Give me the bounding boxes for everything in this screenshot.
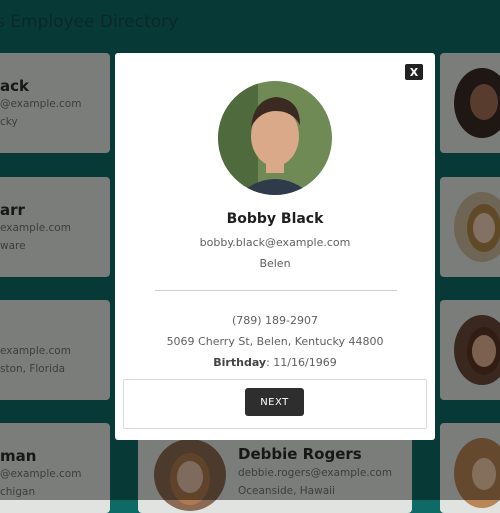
modal-footer: NEXT — [123, 379, 427, 429]
avatar-photo-icon — [218, 81, 332, 195]
employee-name: Bobby Black — [226, 211, 324, 227]
employee-detail-modal: X Bobby Black bobby.black@example.com Be… — [115, 53, 435, 440]
birthday-label: Birthday — [213, 356, 267, 369]
employee-phone: (789) 189-2907 — [231, 314, 319, 327]
employee-avatar — [218, 81, 332, 195]
employee-city: Belen — [259, 257, 291, 270]
birthday-value: : 11/16/1969 — [266, 356, 337, 369]
divider — [155, 290, 397, 291]
employee-address: 5069 Cherry St, Belen, Kentucky 44800 — [166, 335, 384, 348]
next-button[interactable]: NEXT — [245, 388, 304, 416]
close-button[interactable]: X — [405, 64, 423, 80]
employee-birthday: Birthday: 11/16/1969 — [115, 356, 435, 369]
employee-email: bobby.black@example.com — [199, 236, 351, 249]
